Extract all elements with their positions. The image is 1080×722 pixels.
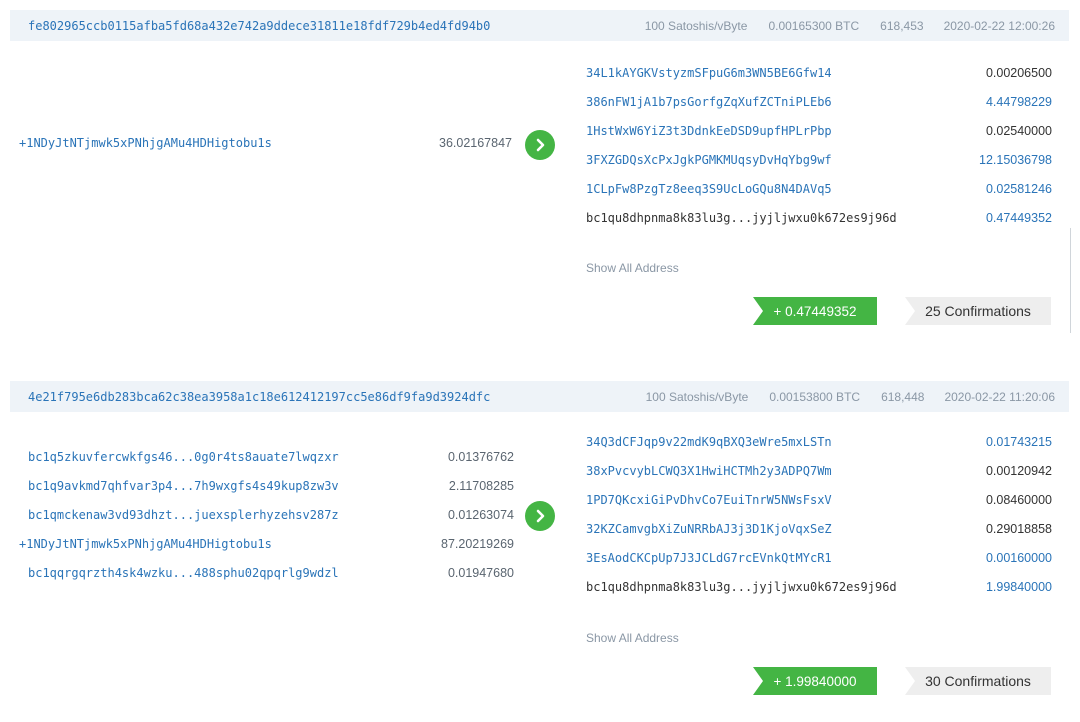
confirmations-badge: 30 Confirmations (905, 667, 1051, 695)
show-all-address-link[interactable]: Show All Address (586, 631, 679, 645)
output-address-link[interactable]: 32KZCamvgbXiZuNRRbAJ3j3D1KjoVqxSeZ (586, 522, 832, 536)
input-address-link[interactable]: +1NDyJtNTjmwk5xPNhjgAMu4HDHigtobu1s (19, 537, 272, 551)
output-address-link[interactable]: bc1qu8dhpnma8k83lu3g...jyjljwxu0k672es9j… (586, 211, 897, 225)
transaction-hash-link[interactable]: fe802965ccb0115afba5fd68a432e742a9ddece3… (10, 19, 598, 33)
total-amount-badge: + 0.47449352 (753, 297, 877, 325)
output-amount: 0.00206500 (985, 66, 1052, 80)
transaction-header: 4e21f795e6db283bca62c38ea3958a1c18e61241… (10, 381, 1069, 412)
input-amount: 87.20219269 (441, 537, 514, 551)
fee-rate: 100 Satoshis/vByte (644, 18, 748, 33)
input-row: bc1qqrgqrzth4sk4wzku...488sphu02qpqrlg9w… (10, 566, 514, 584)
output-address-link[interactable]: bc1qu8dhpnma8k83lu3g...jyjljwxu0k672es9j… (586, 580, 897, 594)
transaction-card: 4e21f795e6db283bca62c38ea3958a1c18e61241… (10, 381, 1069, 412)
output-amount: 0.00120942 (985, 464, 1052, 478)
output-amount: 0.00160000 (985, 551, 1052, 565)
output-row: 32KZCamvgbXiZuNRRbAJ3j3D1KjoVqxSeZ 0.290… (586, 522, 1052, 540)
output-address-link[interactable]: 1CLpFw8PzgTz8eeq3S9UcLoGQu8N4DAVq5 (586, 182, 832, 196)
output-row: 1PD7QKcxiGiPvDhvCo7EuiTnrW5NWsFsxV 0.084… (586, 493, 1052, 511)
output-row: bc1qu8dhpnma8k83lu3g...jyjljwxu0k672es9j… (586, 211, 1052, 229)
output-amount: 0.29018858 (985, 522, 1052, 536)
output-row: 34Q3dCFJqp9v22mdK9qBXQ3eWre5mxLSTn 0.017… (586, 435, 1052, 453)
transaction-card: fe802965ccb0115afba5fd68a432e742a9ddece3… (10, 10, 1069, 41)
input-row: +1NDyJtNTjmwk5xPNhjgAMu4HDHigtobu1s 87.2… (10, 537, 514, 555)
output-address-link[interactable]: 1HstWxW6YiZ3t3DdnkEeDSD9upfHPLrPbp (586, 124, 832, 138)
chevron-right-icon (536, 138, 545, 152)
output-amount: 0.08460000 (985, 493, 1052, 507)
fee-amount: 0.00153800 BTC (769, 389, 861, 404)
transaction-time: 2020-02-22 11:20:06 (944, 389, 1055, 404)
transaction-time: 2020-02-22 12:00:26 (943, 18, 1055, 33)
transaction-hash-link[interactable]: 4e21f795e6db283bca62c38ea3958a1c18e61241… (10, 390, 598, 404)
show-all-address-link[interactable]: Show All Address (586, 261, 679, 275)
output-row: 38xPvcvybLCWQ3X1HwiHCTMh2y3ADPQ7Wm 0.001… (586, 464, 1052, 482)
input-amount: 36.02167847 (439, 136, 512, 150)
output-address-link[interactable]: 34L1kAYGKVstyzmSFpuG6m3WN5BE6Gfw14 (586, 66, 832, 80)
output-row: 1CLpFw8PzgTz8eeq3S9UcLoGQu8N4DAVq5 0.025… (586, 182, 1052, 200)
output-address-link[interactable]: 3FXZGDQsXcPxJgkPGMKMUqsyDvHqYbg9wf (586, 153, 832, 167)
output-row: 3FXZGDQsXcPxJgkPGMKMUqsyDvHqYbg9wf 12.15… (586, 153, 1052, 171)
input-address-link[interactable]: bc1q9avkmd7qhfvar3p4...7h9wxgfs4s49kup8z… (28, 479, 339, 493)
block-height: 618,448 (881, 389, 925, 404)
transaction-meta: 100 Satoshis/vByte 0.00153800 BTC 618,44… (625, 390, 1069, 404)
transfer-arrow-button[interactable] (525, 130, 555, 160)
output-row: 34L1kAYGKVstyzmSFpuG6m3WN5BE6Gfw14 0.002… (586, 66, 1052, 84)
transfer-arrow-button[interactable] (525, 501, 555, 531)
output-address-link[interactable]: 34Q3dCFJqp9v22mdK9qBXQ3eWre5mxLSTn (586, 435, 832, 449)
input-amount: 0.01263074 (447, 508, 514, 522)
chevron-right-icon (536, 509, 545, 523)
fee-rate: 100 Satoshis/vByte (645, 389, 749, 404)
output-amount: 0.02581246 (985, 182, 1052, 196)
input-amount: 2.11708285 (448, 479, 514, 493)
output-address-link[interactable]: 386nFW1jA1b7psGorfgZqXufZCTniPLEb6 (586, 95, 832, 109)
output-row: 386nFW1jA1b7psGorfgZqXufZCTniPLEb6 4.447… (586, 95, 1052, 113)
fee-amount: 0.00165300 BTC (768, 18, 860, 33)
output-address-link[interactable]: 3EsAodCKCpUp7J3JCLdG7rcEVnkQtMYcR1 (586, 551, 832, 565)
block-height: 618,453 (880, 18, 924, 33)
output-amount: 0.47449352 (985, 211, 1052, 225)
input-address-link[interactable]: +1NDyJtNTjmwk5xPNhjgAMu4HDHigtobu1s (19, 136, 272, 150)
confirmations-badge: 25 Confirmations (905, 297, 1051, 325)
output-amount: 4.44798229 (985, 95, 1052, 109)
output-amount: 0.02540000 (985, 124, 1052, 138)
input-amount: 0.01376762 (447, 450, 514, 464)
input-amount: 0.01947680 (447, 566, 514, 580)
output-amount: 0.01743215 (985, 435, 1052, 449)
input-row: bc1q5zkuvfercwkfgs46...0g0r4ts8auate7lwq… (10, 450, 514, 468)
input-address-link[interactable]: bc1q5zkuvfercwkfgs46...0g0r4ts8auate7lwq… (28, 450, 339, 464)
transaction-header: fe802965ccb0115afba5fd68a432e742a9ddece3… (10, 10, 1069, 41)
output-address-link[interactable]: 38xPvcvybLCWQ3X1HwiHCTMh2y3ADPQ7Wm (586, 464, 832, 478)
input-address-link[interactable]: bc1qmckenaw3vd93dhzt...juexsplerhyzehsv2… (28, 508, 339, 522)
output-row: bc1qu8dhpnma8k83lu3g...jyjljwxu0k672es9j… (586, 580, 1052, 598)
output-row: 3EsAodCKCpUp7J3JCLdG7rcEVnkQtMYcR1 0.001… (586, 551, 1052, 569)
transaction-meta: 100 Satoshis/vByte 0.00165300 BTC 618,45… (624, 19, 1069, 33)
total-amount-badge: + 1.99840000 (753, 667, 877, 695)
input-address-link[interactable]: bc1qqrgqrzth4sk4wzku...488sphu02qpqrlg9w… (28, 566, 339, 580)
divider (1070, 228, 1071, 333)
output-row: 1HstWxW6YiZ3t3DdnkEeDSD9upfHPLrPbp 0.025… (586, 124, 1052, 142)
input-row: bc1qmckenaw3vd93dhzt...juexsplerhyzehsv2… (10, 508, 514, 526)
output-amount: 1.99840000 (985, 580, 1052, 594)
output-amount: 12.15036798 (979, 153, 1052, 167)
input-row: +1NDyJtNTjmwk5xPNhjgAMu4HDHigtobu1s 36.0… (10, 136, 512, 154)
input-row: bc1q9avkmd7qhfvar3p4...7h9wxgfs4s49kup8z… (10, 479, 514, 497)
output-address-link[interactable]: 1PD7QKcxiGiPvDhvCo7EuiTnrW5NWsFsxV (586, 493, 832, 507)
